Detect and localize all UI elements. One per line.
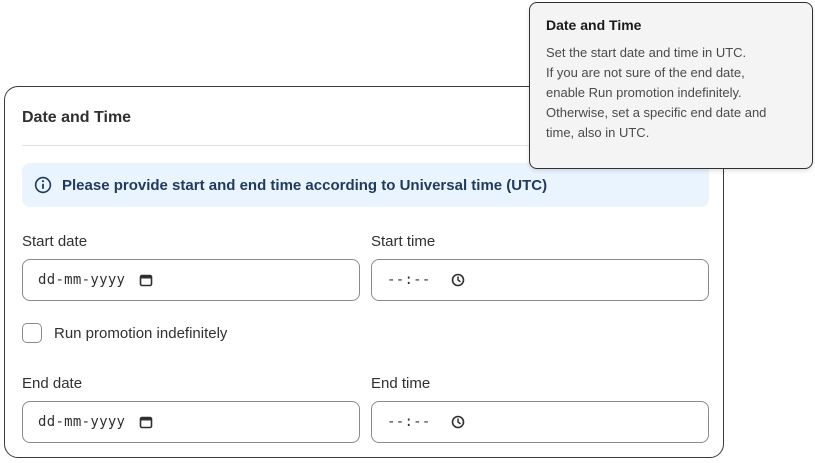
start-time-input[interactable]: --:-- — [371, 259, 709, 301]
card-title: Date and Time — [22, 109, 132, 126]
utc-info-banner: Please provide start and end time accord… — [22, 163, 709, 207]
tooltip-line: Set the start date and time in UTC. — [546, 45, 747, 60]
tooltip-line: time, also in UTC. — [546, 125, 650, 140]
tooltip-line: If you are not sure of the end date, — [546, 65, 745, 80]
run-indefinitely-label[interactable]: Run promotion indefinitely — [54, 325, 227, 342]
end-time-label: End time — [371, 375, 431, 392]
start-date-label: Start date — [22, 233, 88, 250]
tooltip-line: enable Run promotion indefinitely. — [546, 85, 742, 100]
end-date-placeholder: dd-mm-yyyy — [38, 414, 126, 430]
calendar-icon[interactable] — [139, 415, 153, 429]
clock-icon[interactable] — [451, 415, 465, 429]
end-time-placeholder: --:-- — [387, 414, 431, 430]
start-time-label: Start time — [371, 233, 436, 250]
page: Date and Time Please provide start and e… — [0, 0, 815, 463]
start-date-input[interactable]: dd-mm-yyyy — [22, 259, 360, 301]
end-date-label: End date — [22, 375, 83, 392]
help-tooltip: Date and Time Set the start date and tim… — [529, 2, 813, 169]
info-icon — [34, 176, 52, 194]
calendar-icon[interactable] — [139, 273, 153, 287]
run-indefinitely-checkbox[interactable] — [22, 323, 42, 343]
end-date-input[interactable]: dd-mm-yyyy — [22, 401, 360, 443]
tooltip-title: Date and Time — [546, 17, 642, 33]
banner-text: Please provide start and end time accord… — [62, 176, 548, 194]
end-time-input[interactable]: --:-- — [371, 401, 709, 443]
start-date-placeholder: dd-mm-yyyy — [38, 272, 126, 288]
tooltip-line: Otherwise, set a specific end date and — [546, 105, 767, 120]
clock-icon[interactable] — [451, 273, 465, 287]
start-time-placeholder: --:-- — [387, 272, 431, 288]
run-indefinitely-row[interactable]: Run promotion indefinitely — [22, 323, 227, 343]
